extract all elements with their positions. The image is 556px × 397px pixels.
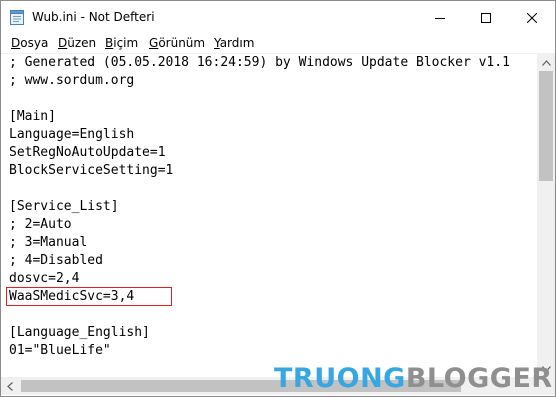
menu-format-label: içim	[113, 36, 139, 50]
minimize-button[interactable]	[417, 1, 463, 34]
menu-file[interactable]: Dosya	[11, 36, 48, 50]
text-line: ; Generated (05.05.2018 16:24:59) by Win…	[9, 55, 510, 70]
text-editor[interactable]: ; Generated (05.05.2018 16:24:59) by Win…	[1, 54, 537, 377]
maximize-button[interactable]	[463, 1, 509, 34]
notepad-window: Wub.ini - Not Defteri Dosya Düzen Biçim …	[0, 0, 556, 397]
vertical-scroll-thumb[interactable]	[539, 71, 553, 181]
menu-format-mnemonic: B	[105, 36, 114, 50]
menu-format[interactable]: Biçim	[105, 36, 138, 50]
menu-view-mnemonic: G	[149, 36, 159, 50]
menu-help[interactable]: Yardım	[214, 36, 254, 50]
watermark-part2: BLOGGER	[405, 362, 553, 394]
notepad-icon[interactable]	[10, 10, 24, 25]
vertical-scrollbar[interactable]	[537, 54, 555, 377]
window-title: Wub.ini - Not Defteri	[32, 10, 155, 24]
text-line: dosvc=2,4	[9, 271, 80, 286]
text-line: [Service_List]	[9, 199, 119, 214]
highlight-annotation-box	[6, 287, 172, 306]
menu-edit[interactable]: Düzen	[58, 36, 96, 50]
text-line: [Language_English]	[9, 325, 150, 340]
text-line: Language=English	[9, 127, 135, 142]
menu-help-label: ardım	[219, 36, 255, 50]
menu-edit-label: üzen	[67, 36, 97, 50]
chevron-up-icon	[541, 59, 551, 66]
maximize-icon	[481, 12, 491, 23]
title-bar[interactable]: Wub.ini - Not Defteri	[1, 1, 555, 34]
text-line: BlockServiceSetting=1	[9, 163, 174, 178]
text-line: [Main]	[9, 109, 56, 124]
menu-view[interactable]: Görünüm	[149, 36, 205, 50]
close-icon	[527, 12, 537, 23]
menu-file-label: osya	[20, 36, 49, 50]
chevron-left-icon	[6, 381, 13, 391]
scroll-left-button[interactable]	[1, 377, 18, 395]
text-line: SetRegNoAutoUpdate=1	[9, 145, 166, 160]
menu-bar: Dosya Düzen Biçim Görünüm Yardım	[1, 34, 555, 54]
menu-edit-mnemonic: D	[58, 36, 68, 50]
menu-view-label: örünüm	[158, 36, 206, 50]
watermark-logo: TRUONG BLOGGER	[274, 361, 553, 395]
menu-file-mnemonic: D	[11, 36, 21, 50]
text-line: ; www.sordum.org	[9, 73, 135, 88]
scroll-up-button[interactable]	[537, 54, 555, 71]
close-button[interactable]	[509, 1, 555, 34]
text-line: ; 3=Manual	[9, 235, 88, 250]
watermark-part1: TRUONG	[274, 362, 406, 394]
text-line: ; 4=Disabled	[9, 253, 103, 268]
text-line: 01="BlueLife"	[9, 343, 111, 358]
minimize-icon	[435, 17, 445, 19]
text-line: ; 2=Auto	[9, 217, 72, 232]
